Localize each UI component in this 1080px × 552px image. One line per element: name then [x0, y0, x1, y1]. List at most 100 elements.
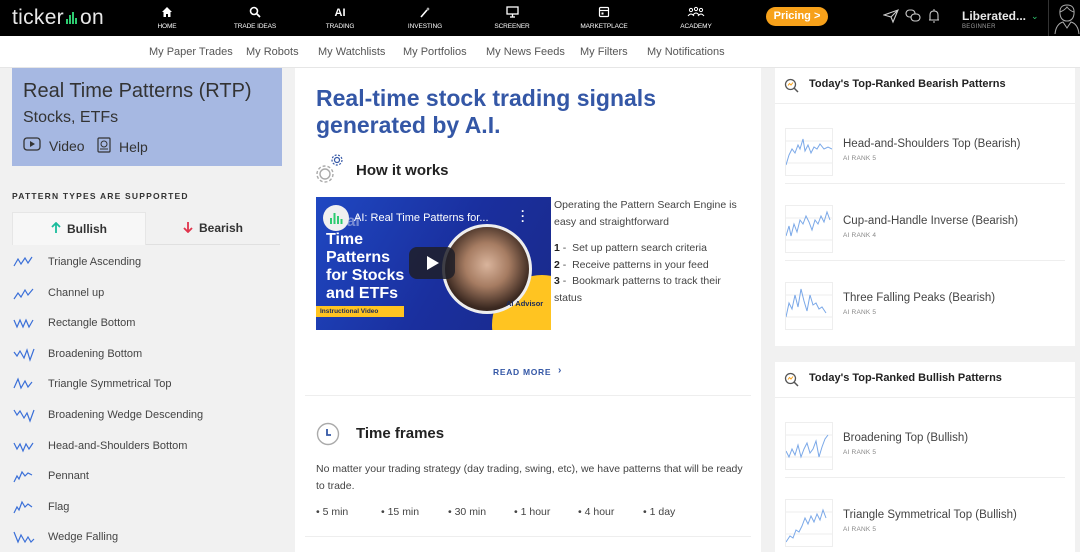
arrow-up-icon [51, 221, 61, 237]
divider [785, 477, 1065, 478]
pattern-chart-icon [13, 470, 33, 483]
ranked-pattern-item[interactable]: Head-and-Shoulders Top (Bearish) AI RANK … [785, 114, 1065, 180]
pattern-label: Rectangle Bottom [48, 317, 136, 330]
bell-icon[interactable] [926, 8, 942, 24]
page-subtitle: Stocks, ETFs [23, 109, 119, 126]
subnav-my-portfolios[interactable]: My Portfolios [403, 46, 467, 58]
pattern-name: Three Falling Peaks (Bearish) [843, 292, 996, 304]
timeframe-item: • 30 min [448, 506, 487, 518]
send-icon[interactable] [882, 8, 899, 24]
chat-icon[interactable] [905, 8, 921, 24]
chevron-down-icon[interactable]: ⌄ [1031, 11, 1039, 22]
nav-marketplace[interactable]: MARKETPLACE [564, 6, 644, 30]
time-frames-text: No matter your trading strategy (day tra… [316, 463, 743, 492]
help-book-icon [97, 137, 111, 156]
time-frames-heading: Time frames [356, 425, 445, 442]
divider [785, 260, 1065, 261]
video-thumbnail[interactable]: Real Time Patterns for Stocks and ETFs A… [316, 197, 551, 330]
timeframe-item: • 1 day [643, 506, 676, 518]
clock-icon [316, 422, 340, 446]
search-chart-icon [784, 78, 799, 93]
step-item: 3 - Bookmark patterns to track their sta… [554, 275, 721, 304]
ranked-pattern-item[interactable]: Three Falling Peaks (Bearish) AI RANK 5 [785, 268, 1065, 334]
channel-logo-icon [323, 205, 349, 231]
step-item: 1 - Set up pattern search criteria [554, 242, 707, 254]
ai-rank: AI RANK 4 [843, 232, 877, 239]
subnav-my-filters[interactable]: My Filters [580, 46, 628, 58]
pattern-item[interactable]: Rectangle Bottom [12, 308, 282, 338]
ranked-pattern-item[interactable]: Cup-and-Handle Inverse (Bearish) AI RANK … [785, 191, 1065, 257]
bullish-patterns-panel: Today's Top-Ranked Bullish Patterns Broa… [775, 362, 1075, 552]
more-options-icon[interactable]: · · · [521, 205, 525, 227]
pattern-item[interactable]: Broadening Bottom [12, 339, 282, 369]
instructional-badge: Instructional Video [316, 306, 404, 317]
subnav-my-watchlists[interactable]: My Watchlists [318, 46, 385, 58]
step-item: 2 - Receive patterns in your feed [554, 258, 709, 271]
subnav-my-news-feeds[interactable]: My News Feeds [486, 46, 565, 58]
pattern-item[interactable]: Triangle Ascending [12, 247, 282, 277]
nav-trade-ideas[interactable]: TRADE IDEAS [215, 6, 295, 30]
top-navbar: ticker on HOME TRADE IDEAS AI TRADING INV… [0, 0, 1080, 36]
chevron-right-icon[interactable]: › [558, 365, 561, 376]
sub-navbar: My Paper Trades My Robots My Watchlists … [0, 36, 1080, 68]
hero-heading: Real-time stock trading signals generate… [316, 85, 656, 138]
video-link[interactable]: Video [23, 137, 85, 154]
pattern-chart-icon [13, 347, 35, 362]
subnav-my-robots[interactable]: My Robots [246, 46, 299, 58]
ai-rank: AI RANK 5 [843, 309, 877, 316]
pattern-thumbnail-chart [785, 499, 833, 547]
subnav-my-paper-trades[interactable]: My Paper Trades [149, 46, 233, 58]
pattern-item[interactable]: Triangle Symmetrical Top [12, 369, 282, 399]
page-title: Real Time Patterns (RTP) [23, 80, 252, 102]
ranked-pattern-item[interactable]: Broadening Top (Bullish) AI RANK 5 [785, 408, 1065, 474]
play-button-icon[interactable] [409, 247, 455, 279]
nav-investing[interactable]: INVESTING [385, 6, 465, 30]
pattern-chart-icon [13, 318, 34, 329]
ranked-pattern-item[interactable]: Triangle Symmetrical Top (Bullish) AI RAN… [785, 485, 1065, 551]
how-it-works-heading: How it works [356, 162, 449, 179]
pattern-label: Triangle Symmetrical Top [48, 378, 172, 391]
pattern-label: Flag [48, 500, 70, 513]
ai-icon: AI [334, 7, 346, 19]
pattern-item[interactable]: Pennant [12, 461, 282, 491]
read-more-link[interactable]: READ MORE [493, 367, 551, 377]
pattern-chart-icon [13, 442, 34, 453]
divider [1048, 0, 1049, 36]
advisor-label: AI Advisor [506, 299, 544, 308]
avatar-icon[interactable] [1053, 2, 1080, 35]
logo-bars-icon [65, 12, 79, 24]
help-link[interactable]: Help [97, 137, 148, 156]
pattern-item[interactable]: Flag [12, 492, 282, 522]
pattern-item[interactable]: Wedge Falling [12, 522, 282, 552]
video-header: AI: Real Time Patterns for... [354, 212, 489, 224]
pattern-label: Triangle Ascending [48, 256, 142, 268]
logo[interactable]: ticker on [12, 6, 104, 30]
pattern-item[interactable]: Channel up [12, 278, 282, 308]
pattern-chart-icon [13, 409, 35, 423]
pattern-name: Cup-and-Handle Inverse (Bearish) [843, 215, 1019, 227]
nav-academy[interactable]: ACADEMY [656, 6, 736, 30]
user-name[interactable]: Liberated... [962, 9, 1026, 23]
pattern-thumbnail-chart [785, 422, 833, 470]
pattern-item[interactable]: Head-and-Shoulders Bottom [12, 431, 282, 461]
search-chart-icon [784, 372, 799, 387]
nav-home[interactable]: HOME [127, 6, 207, 30]
panel-header: Today's Top-Ranked Bearish Patterns [775, 68, 1075, 104]
subnav-my-notifications[interactable]: My Notifications [647, 46, 725, 58]
pattern-label: Pennant [48, 470, 89, 483]
home-icon [127, 6, 207, 20]
tab-bearish[interactable]: Bearish [146, 212, 280, 245]
rtp-header-box: Real Time Patterns (RTP) Stocks, ETFs Vi… [12, 68, 282, 166]
nav-ai-trading[interactable]: AI TRADING [300, 6, 380, 30]
logo-text-left: ticker [12, 6, 64, 29]
pattern-label: Wedge Falling [48, 531, 119, 544]
timeframe-item: • 1 hour [514, 506, 551, 518]
pattern-thumbnail-chart [785, 282, 833, 330]
nav-screener[interactable]: SCREENER [472, 6, 552, 30]
tab-bullish[interactable]: Bullish [12, 212, 146, 245]
pattern-item[interactable]: Broadening Wedge Descending [12, 400, 282, 430]
how-it-works-intro: Operating the Pattern Search Engine is e… [554, 199, 737, 228]
pricing-button[interactable]: Pricing > [766, 7, 828, 26]
pattern-tabs: Bullish Bearish [12, 212, 280, 245]
play-video-icon [23, 137, 41, 154]
